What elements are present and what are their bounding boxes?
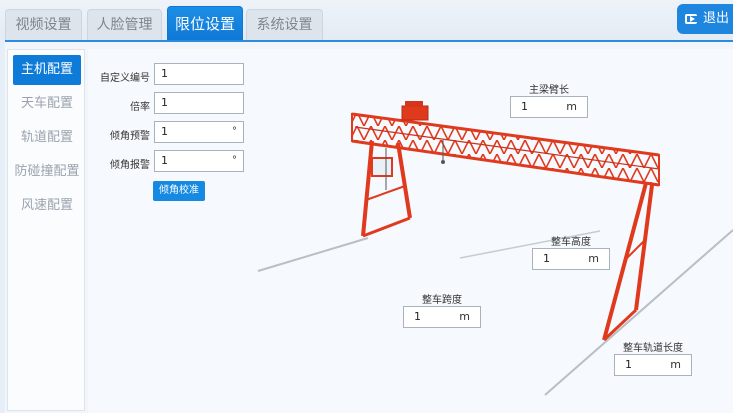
total-height-unit: m [588, 252, 599, 265]
tilt-warning-unit: ° [232, 126, 237, 137]
custom-id-value: 1 [161, 67, 168, 80]
crane-left-leg [361, 140, 412, 238]
ratio-field[interactable]: 1 [154, 92, 244, 114]
ground-line-left [257, 237, 369, 272]
beam-arm-length-value: 1 [521, 100, 528, 113]
beam-arm-length-label: 主梁臂长 [529, 85, 569, 96]
crane-right-leg [602, 182, 654, 342]
tilt-warning-field[interactable]: 1 ° [154, 121, 244, 143]
tilt-calibration-button[interactable]: 倾角校准 [153, 181, 205, 201]
beam-arm-length-unit: m [566, 100, 577, 113]
tilt-warning-label: 倾角预警 [110, 131, 150, 142]
tilt-alarm-unit: ° [232, 155, 237, 166]
total-span-field[interactable]: 1m [403, 306, 481, 328]
track-length-label: 整车轨道长度 [623, 343, 683, 354]
track-length-unit: m [670, 358, 681, 371]
custom-id-label: 自定义编号 [100, 73, 150, 84]
total-span-unit: m [459, 310, 470, 323]
total-span-label: 整车跨度 [422, 295, 462, 306]
tilt-warning-value: 1 [161, 125, 168, 138]
total-height-field[interactable]: 1m [532, 248, 610, 270]
ratio-label: 倍率 [130, 102, 150, 113]
custom-id-field[interactable]: 1 [154, 63, 244, 85]
total-height-label: 整车高度 [551, 237, 591, 248]
ratio-value: 1 [161, 96, 168, 109]
track-length-field[interactable]: 1m [614, 354, 692, 376]
total-height-value: 1 [543, 252, 550, 265]
tilt-alarm-field[interactable]: 1 ° [154, 150, 244, 172]
total-span-value: 1 [414, 310, 421, 323]
tilt-alarm-value: 1 [161, 154, 168, 167]
track-length-value: 1 [625, 358, 632, 371]
beam-arm-length-field[interactable]: 1m [510, 96, 588, 118]
tilt-alarm-label: 倾角报警 [110, 160, 150, 171]
